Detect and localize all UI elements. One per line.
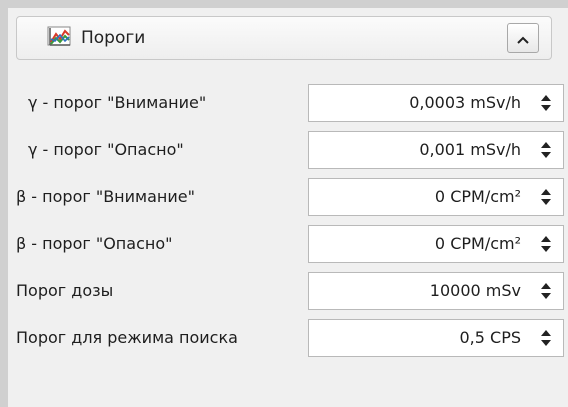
chevron-up-icon [517, 29, 529, 48]
chart-icon [47, 25, 73, 49]
threshold-row-search-mode: Порог для режима поиска 0,5 CPS [16, 319, 564, 357]
panel-title: Пороги [81, 28, 146, 48]
search-mode-spinbox[interactable]: 0,5 CPS [308, 319, 564, 357]
spin-arrows-icon[interactable] [539, 326, 553, 350]
field-value: 0 CPM/cm² [434, 234, 521, 253]
row-label: γ - порог "Опасно" [28, 140, 184, 159]
row-label: Порог дозы [16, 281, 114, 300]
collapse-button[interactable] [507, 23, 539, 53]
spin-arrows-icon[interactable] [539, 279, 553, 303]
spin-arrows-icon[interactable] [539, 185, 553, 209]
window-frame-top [0, 0, 568, 8]
threshold-row-dose: Порог дозы 10000 mSv [16, 272, 564, 310]
spin-arrows-icon[interactable] [539, 138, 553, 162]
field-value: 10000 mSv [429, 281, 521, 300]
row-label: γ - порог "Внимание" [28, 93, 207, 112]
threshold-row-gamma-danger: γ - порог "Опасно" 0,001 mSv/h [16, 131, 564, 169]
row-label: Порог для режима поиска [16, 328, 238, 347]
gamma-warning-spinbox[interactable]: 0,0003 mSv/h [308, 84, 564, 122]
beta-danger-spinbox[interactable]: 0 CPM/cm² [308, 225, 564, 263]
beta-warning-spinbox[interactable]: 0 CPM/cm² [308, 178, 564, 216]
spin-arrows-icon[interactable] [539, 91, 553, 115]
dose-threshold-spinbox[interactable]: 10000 mSv [308, 272, 564, 310]
row-label: β - порог "Опасно" [16, 234, 173, 253]
threshold-row-beta-warning: β - порог "Внимание" 0 CPM/cm² [16, 178, 564, 216]
spin-arrows-icon[interactable] [539, 232, 553, 256]
field-value: 0,5 CPS [459, 328, 521, 347]
field-value: 0,001 mSv/h [419, 140, 521, 159]
field-value: 0,0003 mSv/h [409, 93, 521, 112]
field-value: 0 CPM/cm² [434, 187, 521, 206]
gamma-danger-spinbox[interactable]: 0,001 mSv/h [308, 131, 564, 169]
window-frame-left [0, 0, 8, 407]
row-label: β - порог "Внимание" [16, 187, 195, 206]
threshold-row-gamma-warning: γ - порог "Внимание" 0,0003 mSv/h [16, 84, 564, 122]
threshold-row-beta-danger: β - порог "Опасно" 0 CPM/cm² [16, 225, 564, 263]
panel-header[interactable]: Пороги [16, 16, 552, 60]
